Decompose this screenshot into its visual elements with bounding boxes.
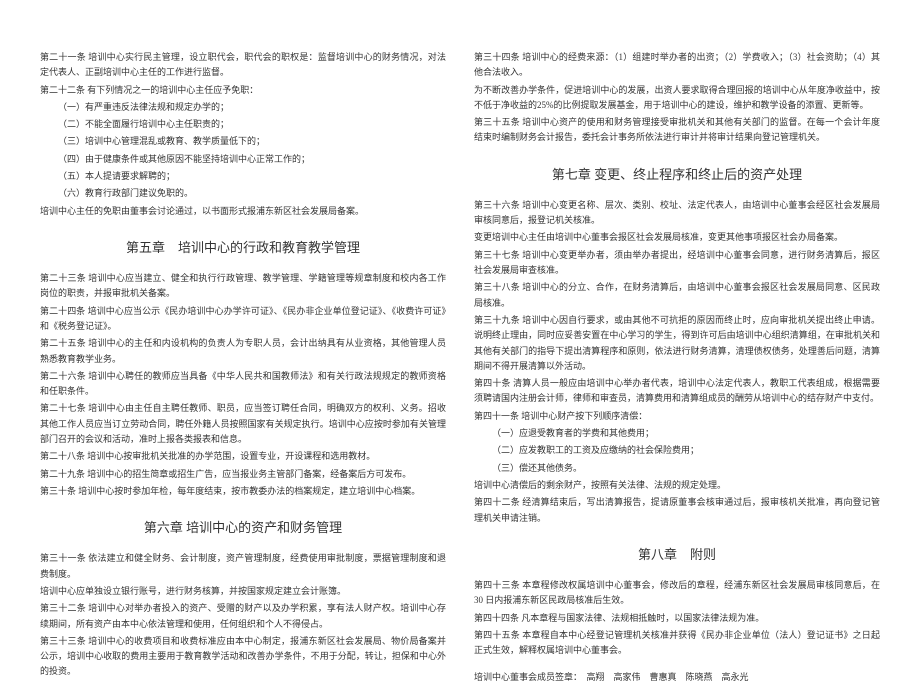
article-39: 第三十九条 培训中心因自行要求，或由其他不可抗拒的原因而终止时，应向审批机关提出… (474, 313, 880, 374)
article-40: 第四十条 清算人员一般应由培训中心举办者代表，培训中心法定代表人，教职工代表组成… (474, 376, 880, 407)
left-column: 第二十一条 培训中心实行民主管理，设立职代会，职代会的职权是：监督培训中心的财务… (40, 50, 446, 608)
article-41-item-1: （一）应退受教育者的学费和其他费用； (474, 426, 880, 441)
article-23: 第二十三条 培训中心应当建立、健全和执行行政管理、教学管理、学籍管理等规章制度和… (40, 271, 446, 302)
article-37: 第三十七条 培训中心变更举办者，须由举办者提出，经培训中心董事会同意，进行财务清… (474, 248, 880, 279)
article-45: 第四十五条 本章程自本中心经登记管理机关核准并获得《民办非企业单位（法人）登记证… (474, 628, 880, 659)
article-22-item-5: （五）本人提请要求解聘的； (40, 169, 446, 184)
article-31: 第三十一条 依法建立和健全财务、会计制度，资产管理制度，经费使用审批制度，票据管… (40, 551, 446, 582)
article-36: 第三十六条 培训中心变更名称、层次、类别、校址、法定代表人，由培训中心董事会经区… (474, 198, 880, 229)
article-41-note: 培训中心清偿后的剩余财产，按照有关法律、法规的规定处理。 (474, 478, 880, 493)
article-22-item-6: （六）教育行政部门建议免职的。 (40, 186, 446, 201)
article-21: 第二十一条 培训中心实行民主管理，设立职代会，职代会的职权是：监督培训中心的财务… (40, 50, 446, 81)
chapter-7-title: 第七章 变更、终止程序和终止后的资产处理 (474, 164, 880, 186)
article-26: 第二十六条 培训中心聘任的教师应当具备《中华人民共和国教师法》和有关行政法规规定… (40, 369, 446, 400)
article-34: 第三十四条 培训中心的经费来源：（1）组建时举办者的出资；（2）学费收入；（3）… (474, 50, 880, 81)
article-34-note: 为不断改善办学条件，促进培训中心的发展，出资人要求取得合理回报的培训中心从年度净… (474, 83, 880, 114)
article-22-item-3: （三）培训中心管理混乱或教育、教学质量低下的； (40, 134, 446, 149)
article-28: 第二十八条 培训中心按审批机关批准的办学范围，设置专业，开设课程和选用教材。 (40, 449, 446, 464)
article-22-item-4: （四）由于健康条件或其他原因不能坚持培训中心正常工作的； (40, 152, 446, 167)
article-43: 第四十三条 本章程修改权属培训中心董事会，修改后的章程，经浦东新区社会发展局审核… (474, 578, 880, 609)
article-41: 第四十一条 培训中心财产按下列顺序清偿： (474, 409, 880, 424)
chapter-8-title: 第八章 附则 (474, 544, 880, 566)
article-27: 第二十七条 培训中心由主任自主聘任教师、职员，应当签订聘任合同，明确双方的权利、… (40, 401, 446, 447)
signatures: 培训中心董事会成员签章： 高翔 高家伟 曹惠真 陈晓燕 高永光 (474, 670, 880, 685)
article-32: 第三十二条 培训中心对举办者投入的资产、受赠的财产以及办学积累，享有法人财产权。… (40, 601, 446, 632)
article-25: 第二十五条 培训中心的主任和内设机构的负责人为专职人员，会计出纳具有从业资格，其… (40, 336, 446, 367)
article-38: 第三十八条 培训中心的分立、合作，在财务清算后，由培训中心董事会报区社会发展局同… (474, 280, 880, 311)
article-41-item-3: （三）偿还其他债务。 (474, 461, 880, 476)
article-44: 第四十四条 凡本章程与国家法律、法规相抵触时，以国家法律法规为准。 (474, 611, 880, 626)
article-29: 第二十九条 培训中心的招生简章或招生广告，应当报业务主管部门备案，经备案后方可发… (40, 467, 446, 482)
article-24: 第二十四条 培训中心应当公示《民办培训中心办学许可证》、《民办非企业单位登记证》… (40, 304, 446, 335)
article-22-item-2: （二）不能全面履行培训中心主任职责的； (40, 117, 446, 132)
article-22-item-1: （一）有严重违反法律法规和规定办学的； (40, 100, 446, 115)
article-41-item-2: （二）应发教职工的工资及应缴纳的社会保险费用； (474, 443, 880, 458)
article-36-note: 变更培训中心主任由培训中心董事会报区社会发展局核准，变更其他事项报区社会办局备案… (474, 230, 880, 245)
right-column: 第三十四条 培训中心的经费来源：（1）组建时举办者的出资；（2）学费收入；（3）… (474, 50, 880, 608)
chapter-6-title: 第六章 培训中心的资产和财务管理 (40, 517, 446, 539)
article-22: 第二十二条 有下列情况之一的培训中心主任应予免职： (40, 83, 446, 98)
article-42: 第四十二条 经清算结束后，写出清算报告，提请原董事会核审通过后，报审核机关批准，… (474, 495, 880, 526)
article-31-note: 培训中心应单独设立银行账号，进行财务核算，并按国家规定建立会计账簿。 (40, 584, 446, 599)
chapter-5-title: 第五章 培训中心的行政和教育教学管理 (40, 237, 446, 259)
article-22-note: 培训中心主任的免职由董事会讨论通过，以书面形式报浦东新区社会发展局备案。 (40, 204, 446, 219)
article-33: 第三十三条 培训中心的收费项目和收费标准应由本中心制定，报浦东新区社会发展局、物… (40, 634, 446, 680)
article-35: 第三十五条 培训中心资产的使用和财务管理接受审批机关和其他有关部门的监督。在每一… (474, 115, 880, 146)
article-30: 第三十条 培训中心按时参加年检，每年度结束，按市教委办法的档案规定，建立培训中心… (40, 484, 446, 499)
